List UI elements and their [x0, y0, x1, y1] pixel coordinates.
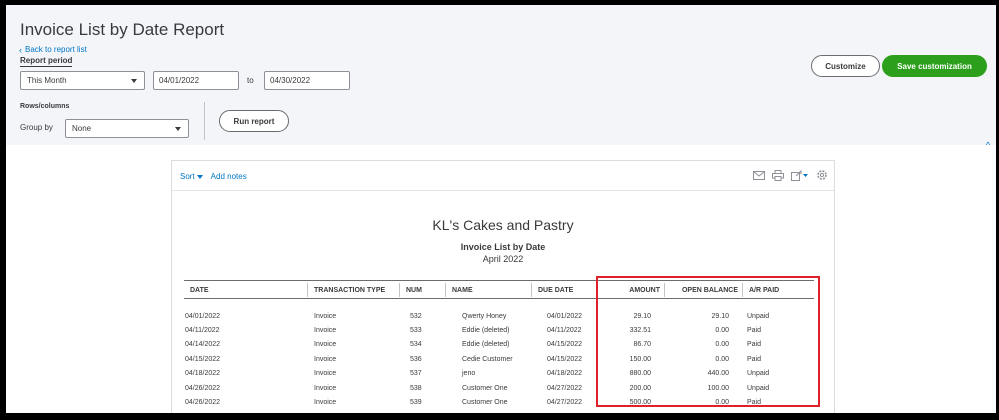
add-notes-link[interactable]: Add notes — [211, 172, 247, 181]
report-period-value: This Month — [27, 76, 67, 85]
column-header-name[interactable]: NAME — [446, 283, 532, 297]
cell-transaction-type: Invoice — [314, 384, 337, 392]
back-link-label: Back to report list — [25, 45, 87, 54]
cell-date: 04/18/2022 — [185, 370, 221, 378]
company-name: KL's Cakes and Pastry — [432, 217, 574, 233]
cell-date: 04/11/2022 — [185, 326, 220, 334]
collapse-up-icon[interactable]: ^ — [982, 139, 994, 151]
cell-name: Cedie Customer — [462, 355, 513, 363]
report-period-label: Report period — [20, 56, 73, 67]
cell-num: 539 — [410, 398, 422, 406]
cell-due-date: 04/15/2022 — [547, 355, 583, 363]
date-from-input[interactable]: 04/01/2022 — [153, 71, 239, 90]
cell-date: 04/26/2022 — [185, 398, 221, 406]
customize-button[interactable]: Customize — [811, 55, 880, 77]
print-icon[interactable] — [772, 169, 784, 181]
cell-num: 532 — [410, 312, 422, 320]
cell-due-date: 04/27/2022 — [547, 398, 583, 406]
group-by-select[interactable]: None — [65, 119, 189, 138]
cell-transaction-type: Invoice — [314, 398, 337, 406]
sort-dropdown[interactable]: Sort — [180, 172, 203, 181]
page-title: Invoice List by Date Report — [20, 20, 225, 39]
divider — [172, 190, 834, 191]
cell-transaction-type: Invoice — [314, 341, 337, 349]
back-to-report-list-link[interactable]: ‹ Back to report list — [19, 45, 87, 54]
cell-name: Eddie (deleted) — [462, 341, 510, 349]
cell-due-date: 04/27/2022 — [547, 384, 583, 392]
cell-date: 04/01/2022 — [185, 312, 221, 320]
chevron-down-icon — [196, 174, 203, 179]
cell-transaction-type: Invoice — [314, 312, 337, 320]
cell-date: 04/26/2022 — [185, 384, 221, 392]
group-by-label: Group by — [20, 123, 53, 132]
cell-name: jeno — [462, 370, 476, 378]
cell-due-date: 04/15/2022 — [547, 341, 583, 349]
export-icon[interactable] — [791, 169, 809, 181]
mail-icon[interactable] — [753, 170, 765, 180]
cell-transaction-type: Invoice — [314, 370, 337, 378]
cell-num: 533 — [410, 326, 422, 334]
save-customization-label: Save customization — [897, 61, 972, 71]
app-window: Invoice List by Date Report ‹ Back to re… — [6, 5, 996, 413]
sort-label: Sort — [180, 172, 195, 181]
chevron-down-icon — [131, 78, 137, 83]
run-report-button[interactable]: Run report — [219, 110, 289, 132]
report-toolbar: Sort Add notes — [180, 172, 247, 181]
chevron-left-icon: ‹ — [19, 44, 22, 55]
run-report-label: Run report — [233, 116, 275, 126]
cell-name: Qwerty Honey — [462, 312, 507, 320]
cell-transaction-type: Invoice — [314, 355, 337, 363]
rows-columns-label: Rows/columns — [20, 103, 70, 110]
cell-num: 536 — [410, 355, 422, 363]
customize-label: Customize — [825, 61, 866, 71]
cell-due-date: 04/18/2022 — [547, 370, 583, 378]
cell-num: 537 — [410, 370, 422, 378]
report-actions — [753, 169, 828, 181]
cell-name: Customer One — [462, 384, 508, 392]
to-label: to — [247, 76, 254, 85]
column-header-transaction-type[interactable]: TRANSACTION TYPE — [308, 283, 400, 297]
highlight-annotation-box — [596, 276, 820, 407]
report-period-select[interactable]: This Month — [20, 71, 145, 90]
group-by-value: None — [72, 124, 92, 133]
column-header-due-date[interactable]: DUE DATE — [532, 283, 597, 297]
date-to-input[interactable]: 04/30/2022 — [264, 71, 350, 90]
divider — [204, 102, 205, 140]
report-date-range: April 2022 — [482, 254, 524, 264]
cell-date: 04/14/2022 — [185, 341, 221, 349]
column-header-num[interactable]: NUM — [400, 283, 446, 297]
cell-num: 534 — [410, 341, 422, 349]
cell-num: 538 — [410, 384, 422, 392]
cell-due-date: 04/11/2022 — [547, 326, 582, 334]
date-from-value: 04/01/2022 — [159, 76, 200, 85]
chevron-down-icon — [175, 126, 181, 131]
column-header-date[interactable]: DATE — [184, 283, 308, 297]
cell-name: Eddie (deleted) — [462, 326, 510, 334]
report-name: Invoice List by Date — [460, 242, 546, 252]
cell-due-date: 04/01/2022 — [547, 312, 583, 320]
cell-name: Customer One — [462, 398, 508, 406]
cell-date: 04/15/2022 — [185, 355, 221, 363]
settings-icon[interactable] — [816, 169, 828, 181]
date-to-value: 04/30/2022 — [270, 76, 311, 85]
cell-transaction-type: Invoice — [314, 326, 337, 334]
save-customization-button[interactable]: Save customization — [882, 55, 987, 77]
